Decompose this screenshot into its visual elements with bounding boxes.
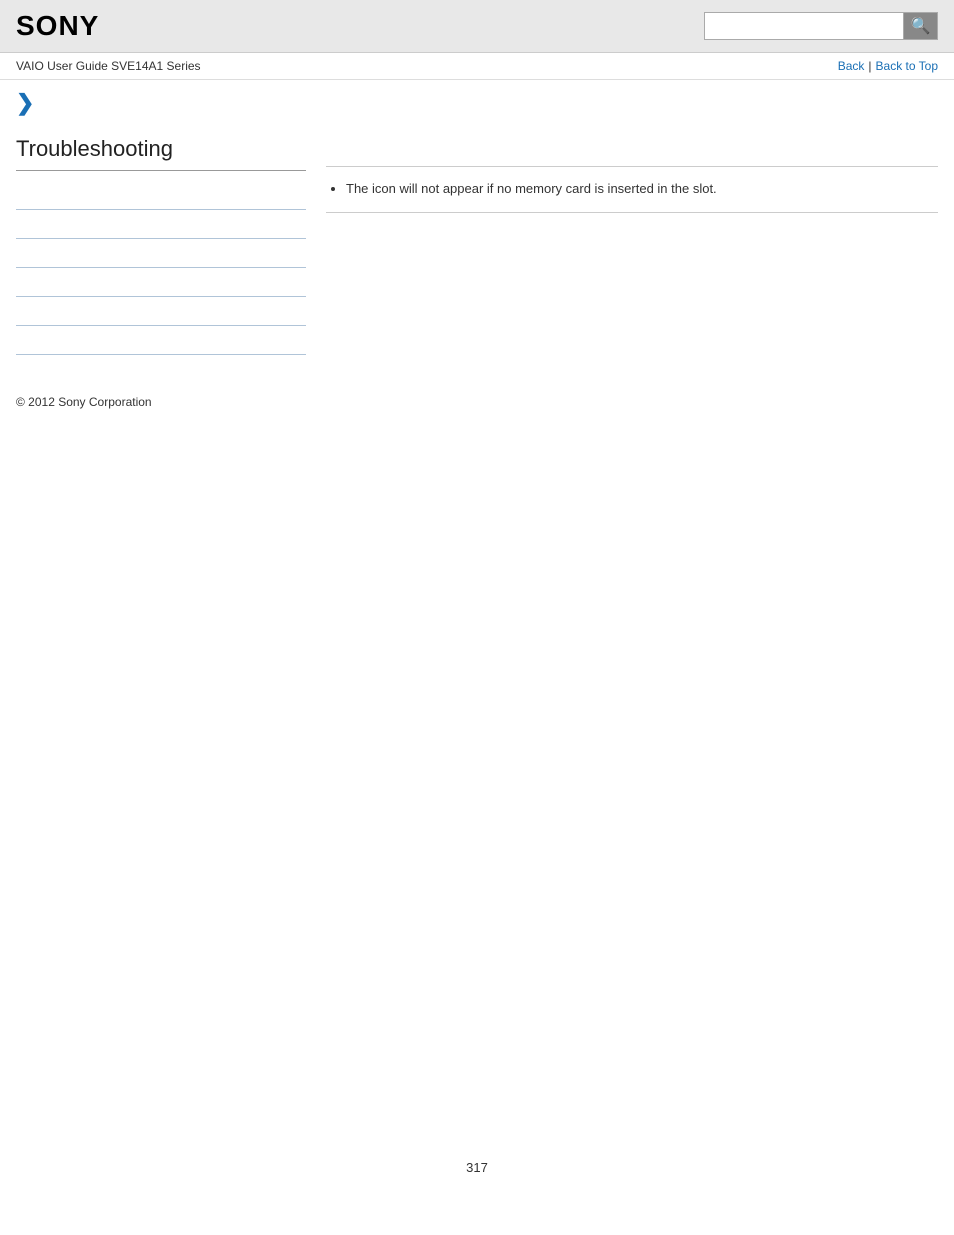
header: SONY 🔍 (0, 0, 954, 53)
bullet-list: The icon will not appear if no memory ca… (326, 179, 938, 200)
sony-logo: SONY (16, 10, 99, 42)
search-input[interactable] (704, 12, 904, 40)
page-number-area: 317 (0, 1140, 954, 1195)
sidebar-link-3[interactable] (16, 247, 19, 261)
sidebar-link-1[interactable] (16, 189, 19, 203)
sidebar-link-5[interactable] (16, 305, 19, 319)
chevron-icon[interactable]: ❯ (16, 90, 34, 115)
sidebar-section-title: Troubleshooting (16, 136, 306, 171)
copyright-text: © 2012 Sony Corporation (16, 395, 152, 409)
list-item (16, 268, 306, 297)
list-item (16, 239, 306, 268)
search-button[interactable]: 🔍 (904, 12, 938, 40)
nav-links: Back | Back to Top (838, 59, 938, 73)
list-item (16, 297, 306, 326)
chevron-area: ❯ (0, 80, 954, 116)
sidebar: Troubleshooting (16, 136, 306, 355)
search-icon: 🔍 (911, 16, 931, 36)
list-item (16, 326, 306, 355)
header-search-area: 🔍 (704, 12, 938, 40)
sidebar-link-2[interactable] (16, 218, 19, 232)
nav-separator: | (868, 59, 871, 73)
sidebar-link-6[interactable] (16, 334, 19, 348)
back-link[interactable]: Back (838, 59, 865, 73)
main-content: Troubleshooting The icon will not appear… (0, 116, 954, 375)
guide-title: VAIO User Guide SVE14A1 Series (16, 59, 201, 73)
content-top-divider (326, 166, 938, 167)
nav-bar: VAIO User Guide SVE14A1 Series Back | Ba… (0, 53, 954, 80)
list-item: The icon will not appear if no memory ca… (346, 179, 938, 200)
list-item (16, 210, 306, 239)
page-number: 317 (466, 1160, 488, 1175)
content-bottom-divider (326, 212, 938, 213)
footer: © 2012 Sony Corporation (0, 375, 954, 419)
list-item (16, 181, 306, 210)
content-area: The icon will not appear if no memory ca… (326, 136, 938, 355)
sidebar-link-4[interactable] (16, 276, 19, 290)
back-to-top-link[interactable]: Back to Top (876, 59, 938, 73)
